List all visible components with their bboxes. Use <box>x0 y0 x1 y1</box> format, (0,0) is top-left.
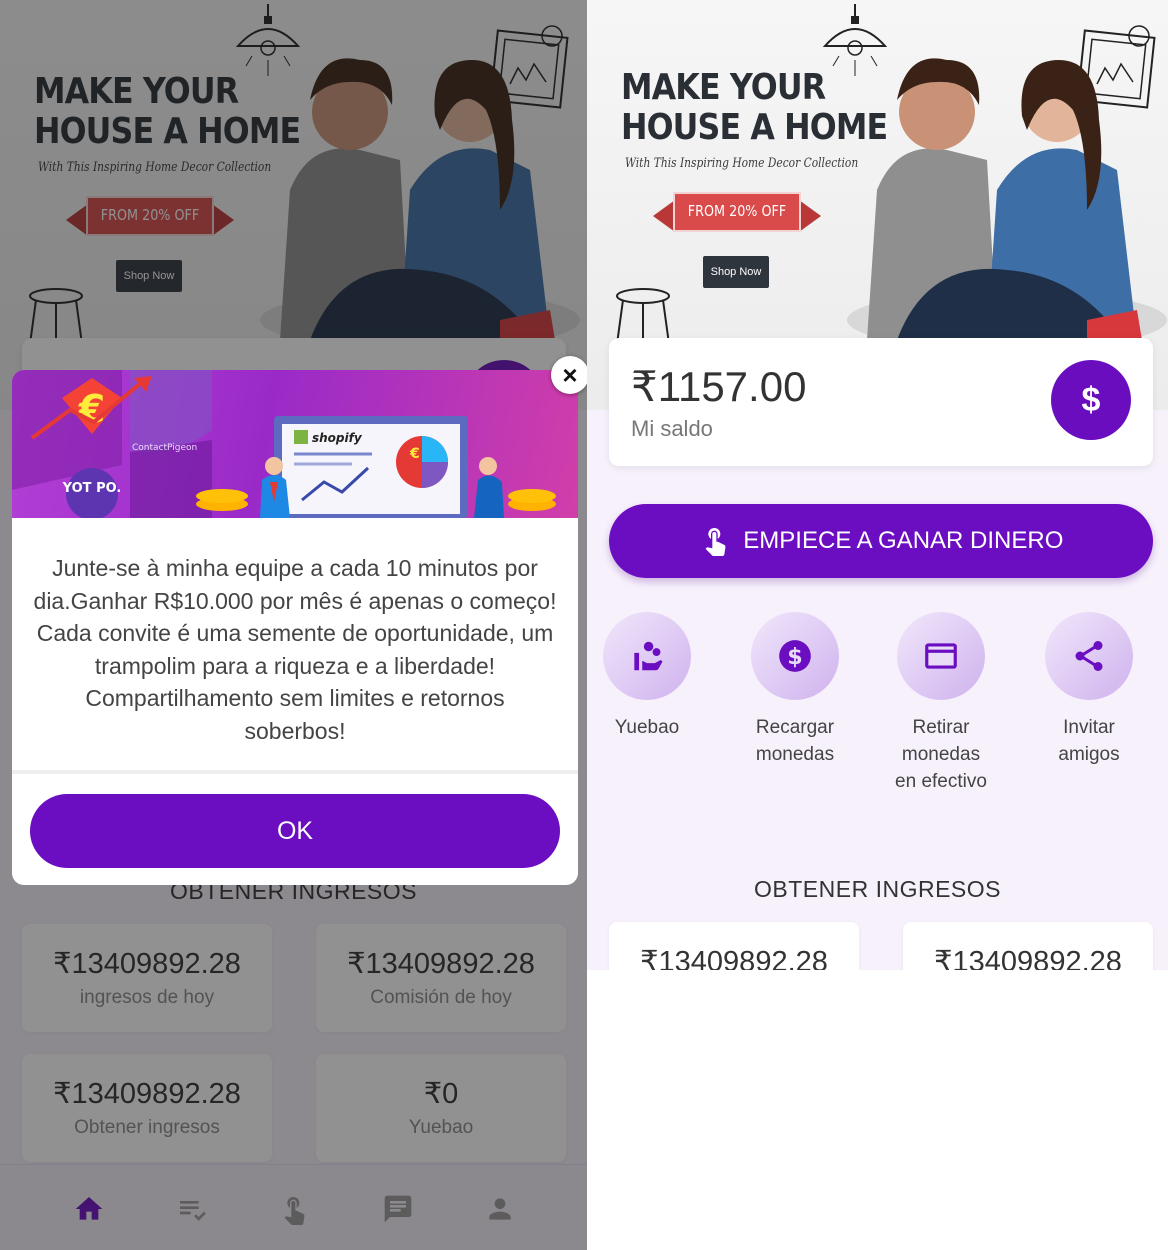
balance-card: ₹1157.00 Mi saldo $ <box>609 338 1153 466</box>
stool-illustration <box>616 288 670 345</box>
start-earning-button[interactable]: EMPIECE A GANAR DINERO <box>609 504 1153 578</box>
dollar-icon[interactable]: $ <box>1051 360 1131 440</box>
modal-message: Junte-se à minha equipe a cada 10 minuto… <box>33 555 557 744</box>
dollar-coin-icon: $ <box>779 640 811 672</box>
credit-card-icon <box>925 643 957 669</box>
action-invite-friends[interactable]: Invitaramigos <box>1019 612 1159 768</box>
screen-with-modal: MAKE YOUR HOUSE A HOME With This Inspiri… <box>0 0 587 1250</box>
invite-modal: YOT PO. ContactPigeon € shopify € Junte-… <box>12 356 587 885</box>
svg-text:€: € <box>78 387 105 431</box>
balance-amount: ₹1157.00 <box>631 363 807 410</box>
offer-ribbon: FROM 20% OFF <box>653 192 821 236</box>
action-withdraw-cash[interactable]: Retirarmonedasen efectivo <box>871 612 1011 795</box>
share-icon <box>1075 641 1103 671</box>
screen-without-modal: MAKE YOUR HOUSE A HOME With This Inspiri… <box>587 0 1168 970</box>
svg-text:$: $ <box>787 644 802 670</box>
modal-divider <box>12 770 578 774</box>
action-recharge-coins[interactable]: $ Recargarmonedas <box>725 612 865 768</box>
ok-button[interactable]: OK <box>30 794 560 868</box>
stat-card: ₹13409892.28 Comisión de hoy <box>903 922 1153 970</box>
shopify-logo: shopify <box>312 431 363 445</box>
svg-text:€: € <box>409 446 420 462</box>
tap-icon <box>705 527 726 556</box>
modal-hero-illustration: YOT PO. ContactPigeon € shopify € <box>12 370 578 518</box>
start-earning-label: EMPIECE A GANAR DINERO <box>743 527 1064 554</box>
contactpigeon-logo: ContactPigeon <box>132 443 197 453</box>
banner-subhead: With This Inspiring Home Decor Collectio… <box>625 156 859 171</box>
coins-hand-icon <box>634 641 663 671</box>
action-yuebao[interactable]: Yuebao <box>587 612 717 741</box>
shop-now-button[interactable]: Shop Now <box>703 256 769 288</box>
close-icon[interactable]: × <box>551 356 587 394</box>
income-section-title: OBTENER INGRESOS <box>754 876 1001 902</box>
ecommerce-growth-illustration: YOT PO. ContactPigeon € shopify € <box>12 370 556 518</box>
yotpo-logo: YOT PO. <box>62 481 122 496</box>
quick-actions: Yuebao $ Recargarmonedas Retirarmonedase… <box>603 612 1153 812</box>
couple-photo <box>847 58 1167 350</box>
balance-label: Mi saldo <box>631 416 713 441</box>
stat-card: ₹13409892.28 ingresos de hoy <box>609 922 859 970</box>
